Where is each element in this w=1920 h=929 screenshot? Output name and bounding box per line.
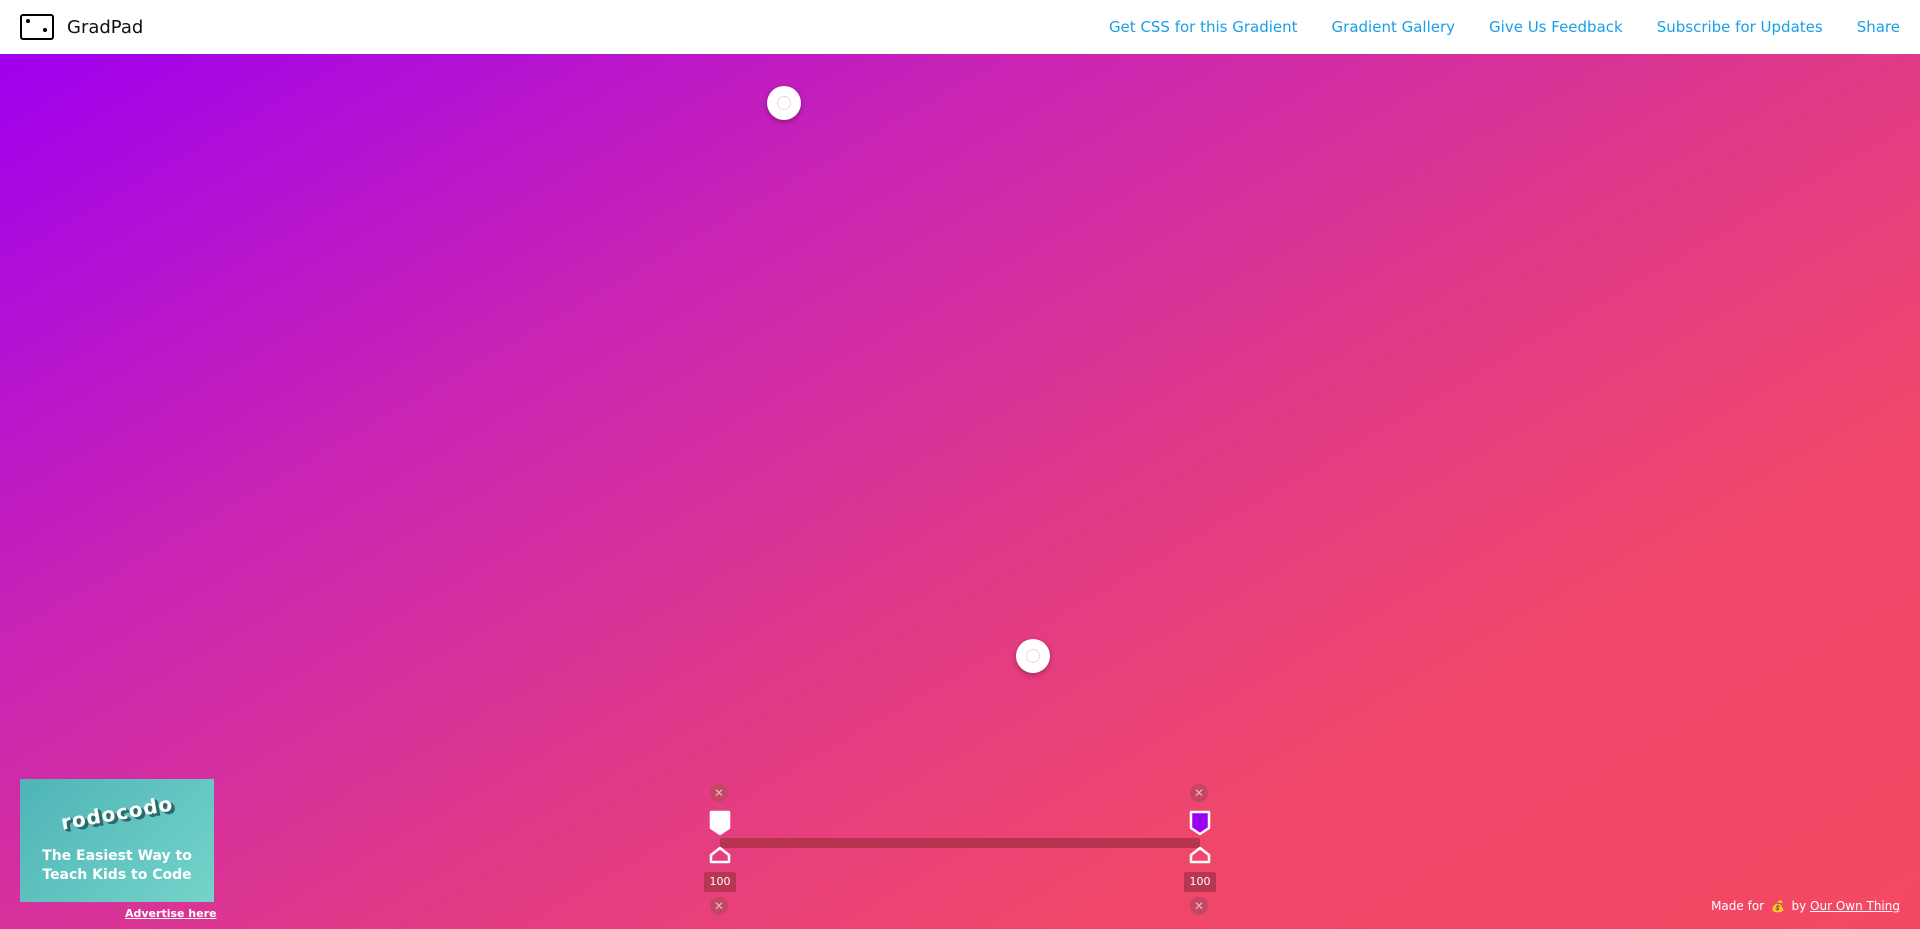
logo-icon	[20, 14, 54, 40]
app-title: GradPad	[67, 16, 144, 38]
opacity-stop-2-marker[interactable]	[1189, 846, 1211, 864]
gradient-canvas[interactable]: ✕ 100 ✕ ✕ 100 ✕	[0, 54, 1920, 929]
by-text: by	[1791, 899, 1807, 913]
ad-tagline: The Easiest Way to Teach Kids to Code	[42, 848, 192, 883]
gold-heart-icon: 💰	[1770, 900, 1785, 913]
delete-stop-1-icon[interactable]: ✕	[710, 784, 728, 802]
stops-track[interactable]	[720, 838, 1200, 848]
ad-logo: rodocodo	[59, 791, 175, 835]
advertisement-banner[interactable]: rodocodo The Easiest Way to Teach Kids t…	[20, 779, 214, 902]
advertise-here-link[interactable]: Advertise here	[125, 907, 217, 920]
gradient-gallery-link[interactable]: Gradient Gallery	[1332, 18, 1455, 36]
logo[interactable]: GradPad	[20, 14, 143, 40]
feedback-link[interactable]: Give Us Feedback	[1489, 18, 1623, 36]
color-stop-1-marker[interactable]	[709, 810, 731, 836]
get-css-link[interactable]: Get CSS for this Gradient	[1109, 18, 1298, 36]
delete-opacity-stop-1-icon[interactable]: ✕	[710, 897, 728, 915]
subscribe-link[interactable]: Subscribe for Updates	[1657, 18, 1823, 36]
delete-opacity-stop-2-icon[interactable]: ✕	[1190, 897, 1208, 915]
top-bar: GradPad Get CSS for this Gradient Gradie…	[0, 0, 1920, 54]
top-nav: Get CSS for this Gradient Gradient Galle…	[1075, 18, 1900, 36]
opacity-stop-1-value[interactable]: 100	[704, 872, 736, 892]
share-link[interactable]: Share	[1857, 18, 1900, 36]
our-own-thing-link[interactable]: Our Own Thing	[1810, 899, 1900, 913]
gradient-end-handle[interactable]	[1016, 639, 1050, 673]
opacity-stop-1-marker[interactable]	[709, 846, 731, 864]
footer-credit: Made for 💰 by Our Own Thing	[1711, 899, 1900, 913]
made-for-text: Made for	[1711, 899, 1765, 913]
delete-stop-2-icon[interactable]: ✕	[1190, 784, 1208, 802]
gradient-start-handle[interactable]	[767, 86, 801, 120]
opacity-stop-2-value[interactable]: 100	[1184, 872, 1216, 892]
color-stop-2-marker[interactable]	[1189, 810, 1211, 836]
